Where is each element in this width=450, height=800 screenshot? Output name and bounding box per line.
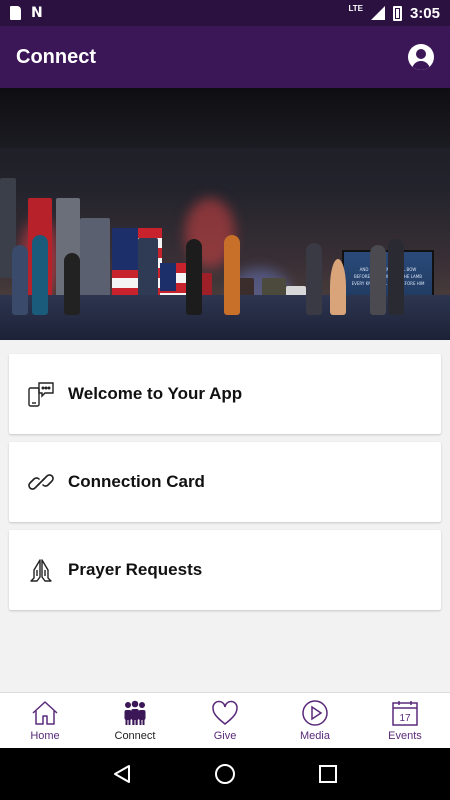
status-bar: N LTE 3:05: [0, 0, 450, 26]
account-circle-icon[interactable]: [408, 44, 434, 70]
nav-item-media[interactable]: Media: [270, 693, 360, 748]
card-label: Welcome to Your App: [68, 384, 243, 403]
praying-hands-icon: [27, 556, 55, 584]
nav-item-home[interactable]: Home: [0, 693, 90, 748]
hero-image: AND EVERY KNEE WILL BOWBEFORE THE LION A…: [0, 88, 450, 340]
calendar-icon: 17: [391, 699, 419, 727]
app-bar: Connect: [0, 26, 450, 88]
nav-label: Media: [300, 730, 330, 742]
nav-item-events[interactable]: 17 Events: [360, 693, 450, 748]
link-icon: [27, 468, 55, 496]
card-list: Welcome to Your App Connection Card Pray…: [9, 354, 441, 618]
card-label: Connection Card: [68, 472, 205, 491]
system-nav-bar: [0, 748, 450, 800]
people-icon: [121, 699, 149, 727]
chat-phone-icon: [27, 380, 55, 408]
heart-icon: [211, 699, 239, 727]
back-icon[interactable]: [110, 762, 134, 786]
page-title: Connect: [16, 45, 96, 68]
recents-icon[interactable]: [316, 762, 340, 786]
network-type: LTE: [348, 3, 363, 13]
card-prayer-requests[interactable]: Prayer Requests: [9, 530, 441, 610]
card-connection-card[interactable]: Connection Card: [9, 442, 441, 522]
nav-item-give[interactable]: Give: [180, 693, 270, 748]
calendar-day: 17: [399, 713, 411, 724]
battery-icon: [392, 5, 402, 21]
bottom-nav: Home Connect Give Media 17 Events: [0, 692, 450, 748]
home-icon: [31, 699, 59, 727]
card-label: Prayer Requests: [68, 560, 203, 579]
play-circle-icon: [301, 699, 329, 727]
signal-icon: [370, 6, 385, 20]
card-welcome[interactable]: Welcome to Your App: [9, 354, 441, 434]
nav-label: Connect: [114, 730, 156, 742]
sd-card-icon: [10, 6, 21, 20]
n-notification-icon: N: [31, 5, 43, 21]
nav-item-connect[interactable]: Connect: [90, 693, 180, 748]
nav-label: Home: [30, 730, 60, 742]
status-time: 3:05: [409, 4, 440, 22]
home-circle-icon[interactable]: [213, 762, 237, 786]
nav-label: Events: [388, 730, 422, 742]
nav-label: Give: [213, 730, 237, 742]
